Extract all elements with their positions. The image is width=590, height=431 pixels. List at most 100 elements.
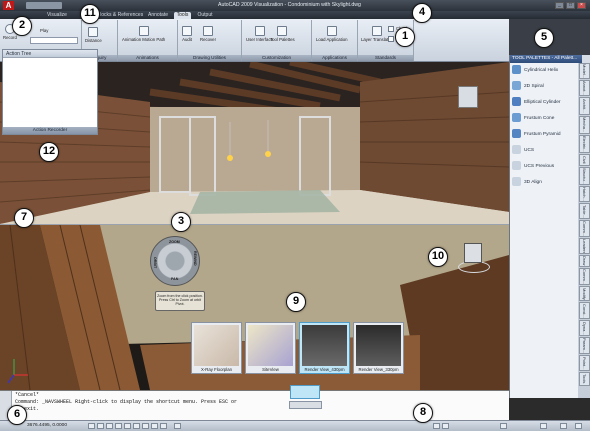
recover-icon — [203, 26, 213, 36]
cylinder-icon — [512, 97, 521, 107]
showmotion-thumbnail[interactable]: X-Ray Floorplan — [191, 322, 242, 374]
wheel-zoom-label[interactable]: ZOOM — [169, 240, 180, 244]
clean-screen-icon[interactable] — [575, 423, 582, 429]
tab-tools[interactable]: Tools — [174, 12, 191, 19]
palette-item-cylindrical-helix[interactable]: Cylindrical Helix — [512, 65, 578, 77]
recover-button[interactable]: Recover — [200, 26, 216, 42]
wheel-pan-label[interactable]: PAN — [171, 277, 178, 281]
palette-item-frustum-pyramid[interactable]: Frustum Pyramid — [512, 129, 578, 141]
palette-tab[interactable]: Tools — [579, 372, 590, 386]
group-title-applications: Applications — [312, 55, 357, 61]
palette-tab[interactable]: Structu... — [579, 167, 590, 185]
application-menu-button[interactable]: A — [3, 1, 14, 10]
steering-wheel[interactable]: ZOOM ORBIT PAN REWIND — [150, 236, 200, 286]
ucs-icon — [512, 145, 521, 155]
command-line-text: *Cancel* — [15, 392, 40, 398]
callout-11: 11 — [80, 4, 100, 24]
user-interface-button[interactable]: User Interface — [246, 26, 273, 42]
motion-path-icon — [138, 26, 149, 36]
palette-tab[interactable]: Mecha... — [579, 116, 590, 134]
quick-access-toolbar[interactable] — [26, 2, 62, 9]
tab-blocks-references[interactable]: Blocks & References — [96, 12, 144, 19]
annotation-scale-icon[interactable] — [500, 423, 507, 429]
palette-item-frustum-cone[interactable]: Frustum Cone — [512, 113, 578, 125]
callout-9: 9 — [286, 292, 306, 312]
layer-translator-icon — [371, 26, 382, 36]
callout-5: 5 — [534, 28, 554, 48]
maximize-button[interactable]: □ — [566, 2, 575, 9]
ducs-toggle-icon[interactable] — [142, 423, 149, 429]
palette-item-elliptical-cylinder[interactable]: Elliptical Cylinder — [512, 97, 578, 109]
palette-tab[interactable]: Leaders — [579, 238, 590, 254]
palette-tab[interactable]: Table... — [579, 203, 590, 219]
lock-icon[interactable] — [560, 423, 567, 429]
palette-tab[interactable]: Civil — [579, 154, 590, 166]
snap-toggle-icon[interactable] — [88, 423, 95, 429]
showmotion-thumbnail[interactable]: SiteView — [245, 322, 296, 374]
showmotion-control[interactable] — [289, 385, 322, 415]
group-animations: Animation Motion Path Animations — [118, 20, 178, 61]
showmotion-status-icon[interactable] — [442, 423, 449, 429]
workspace-icon[interactable] — [540, 423, 547, 429]
load-application-button[interactable]: Load Application — [316, 26, 348, 42]
dyn-toggle-icon[interactable] — [151, 423, 158, 429]
close-button[interactable]: × — [577, 2, 586, 9]
coordinate-readout: 3676.4495, 0.0000 — [27, 423, 68, 428]
palette-item-ucs-previous[interactable]: UCS Previous — [512, 161, 578, 173]
tab-output[interactable]: Output — [194, 12, 216, 19]
distance-button[interactable]: Distance — [85, 27, 102, 43]
showmotion-thumbnail[interactable]: Render View_330pm — [353, 322, 404, 374]
tab-visualize[interactable]: Visualize — [44, 12, 70, 19]
palette-tab[interactable]: Dyna... — [579, 320, 590, 336]
callout-8: 8 — [413, 403, 433, 423]
tool-palette-header[interactable]: TOOL PALETTES - All Palett... — [510, 55, 582, 63]
viewcube-compass-icon[interactable] — [455, 239, 491, 275]
play-button[interactable]: Play — [40, 28, 48, 33]
palette-tab[interactable]: Comm... — [579, 268, 590, 285]
lineweight-toggle-icon[interactable] — [160, 423, 167, 429]
palette-tab[interactable]: Const... — [579, 302, 590, 319]
group-customization: User Interface Tool Palettes Customizati… — [242, 20, 312, 61]
showmotion-playback-controls[interactable] — [289, 401, 322, 409]
ortho-toggle-icon[interactable] — [106, 423, 113, 429]
osnap-toggle-icon[interactable] — [124, 423, 131, 429]
palette-item-2d-spiral[interactable]: 2D Spiral — [512, 81, 578, 93]
pyramid-icon — [512, 129, 521, 139]
otrack-toggle-icon[interactable] — [133, 423, 140, 429]
palette-item-ucs[interactable]: UCS — [512, 145, 578, 157]
callout-4: 4 — [412, 3, 432, 23]
palette-tab[interactable]: Model... — [579, 63, 590, 79]
wheel-rewind-label[interactable]: REWIND — [193, 251, 197, 266]
action-macro-select[interactable] — [30, 37, 78, 44]
callout-12: 12 — [39, 142, 59, 162]
viewcube-icon[interactable] — [458, 86, 478, 108]
animation-motion-path-button[interactable]: Animation Motion Path — [122, 26, 165, 42]
thumbnail-label: Render View_330pm — [358, 367, 399, 372]
callout-10: 10 — [428, 247, 448, 267]
palette-tab[interactable]: Annot... — [579, 80, 590, 96]
tool-palettes-button[interactable]: Tool Palettes — [270, 26, 295, 42]
showmotion-thumbnail-selected[interactable]: Render View_430pm — [299, 322, 350, 374]
grid-toggle-icon[interactable] — [97, 423, 104, 429]
polar-toggle-icon[interactable] — [115, 423, 122, 429]
steering-wheel-status-icon[interactable] — [433, 423, 440, 429]
palette-item-3d-align[interactable]: 3D Align — [512, 177, 578, 189]
model-space-icon[interactable] — [174, 423, 181, 429]
audit-button[interactable]: Audit — [182, 26, 192, 42]
wheel-orbit-label[interactable]: ORBIT — [153, 257, 157, 268]
action-recorder-footer[interactable]: Action Recorder — [3, 127, 97, 134]
configure-icon — [388, 36, 394, 42]
palette-tab[interactable]: Modify — [579, 286, 590, 301]
showmotion-current-thumbnail[interactable] — [290, 385, 320, 399]
callout-2: 2 — [12, 16, 32, 36]
palette-tab[interactable]: Archit... — [579, 97, 590, 115]
palette-tab[interactable]: Param... — [579, 337, 590, 354]
palette-tab[interactable]: Point... — [579, 355, 590, 371]
palette-tab[interactable]: Comm... — [579, 220, 590, 237]
palette-tab[interactable]: Draw — [579, 255, 590, 267]
tab-annotate[interactable]: Annotate — [146, 12, 170, 19]
tool-palettes-icon — [277, 26, 288, 36]
minimize-button[interactable]: _ — [555, 2, 564, 9]
palette-tab[interactable]: Electric... — [579, 135, 590, 153]
palette-tab[interactable]: Hatch... — [579, 186, 590, 202]
